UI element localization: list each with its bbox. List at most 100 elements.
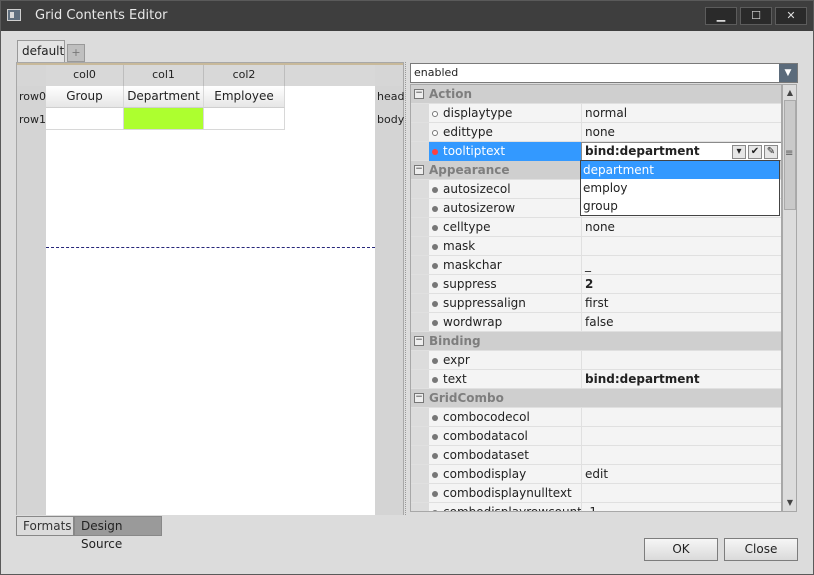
property-row-combodisplay[interactable]: combodisplay edit [411, 465, 781, 484]
close-button[interactable]: Close [724, 538, 798, 561]
property-name[interactable]: edittype [429, 123, 581, 142]
collapse-icon[interactable]: − [414, 89, 424, 99]
property-row-wordwrap[interactable]: wordwrap false [411, 313, 781, 332]
property-name[interactable]: suppressalign [429, 294, 581, 313]
property-name[interactable]: expr [429, 351, 581, 370]
property-value[interactable]: edit [581, 465, 781, 484]
property-row-mask[interactable]: mask [411, 237, 781, 256]
property-value[interactable]: none [581, 123, 781, 142]
property-value[interactable]: normal [581, 104, 781, 123]
bullet-icon [432, 225, 438, 231]
head-cell-group[interactable]: Group [46, 86, 124, 108]
property-value[interactable] [581, 427, 781, 446]
bullet-icon [432, 491, 438, 497]
property-name[interactable]: wordwrap [429, 313, 581, 332]
scroll-down-icon[interactable]: ▼ [784, 497, 796, 509]
property-row-displaytype[interactable]: displaytype normal [411, 104, 781, 123]
column-header-col1[interactable]: col1 [124, 65, 204, 86]
property-row-maskchar[interactable]: maskchar _ [411, 256, 781, 275]
property-value[interactable]: first [581, 294, 781, 313]
property-value[interactable]: -1 [581, 503, 781, 511]
property-row-combodatacol[interactable]: combodatacol [411, 427, 781, 446]
property-category-action[interactable]: − Action [411, 85, 781, 104]
row-label-row1[interactable]: row1 [17, 113, 46, 126]
property-value[interactable] [581, 351, 781, 370]
property-row-edittype[interactable]: edittype none [411, 123, 781, 142]
property-value[interactable] [581, 446, 781, 465]
property-row-combocodecol[interactable]: combocodecol [411, 408, 781, 427]
property-value[interactable] [581, 484, 781, 503]
apply-check-icon[interactable]: ✔ [748, 145, 762, 159]
property-row-suppress[interactable]: suppress 2 [411, 275, 781, 294]
tab-design-source[interactable]: Design Source [74, 516, 162, 551]
property-row-suppressalign[interactable]: suppressalign first [411, 294, 781, 313]
grid-design-area: col0 col1 col2 row0 row1 Group Departmen… [16, 62, 404, 515]
edit-icon[interactable]: ✎ [764, 145, 778, 159]
row-label-row0[interactable]: row0 [17, 90, 46, 103]
property-name[interactable]: tooltiptext [429, 142, 581, 161]
dropdown-option-group[interactable]: group [581, 197, 779, 215]
property-name[interactable]: celltype [429, 218, 581, 237]
add-tab-button[interactable]: + [67, 44, 85, 62]
minimize-button[interactable]: ▁ [705, 7, 737, 25]
window-title: Grid Contents Editor [35, 8, 168, 23]
ok-button[interactable]: OK [644, 538, 718, 561]
property-value[interactable] [581, 237, 781, 256]
dropdown-option-department[interactable]: department [581, 161, 779, 179]
bullet-icon [432, 244, 438, 250]
property-name[interactable]: text [429, 370, 581, 389]
property-name[interactable]: mask [429, 237, 581, 256]
property-row-combodisplayrowcount[interactable]: combodisplayrowcount -1 [411, 503, 781, 511]
property-row-celltype[interactable]: celltype none [411, 218, 781, 237]
head-cell-employee[interactable]: Employee [204, 86, 285, 108]
property-name[interactable]: autosizerow [429, 199, 581, 218]
property-row-combodisplaynulltext[interactable]: combodisplaynulltext [411, 484, 781, 503]
property-row-combodataset[interactable]: combodataset [411, 446, 781, 465]
property-value[interactable] [581, 408, 781, 427]
property-filter-combo[interactable]: enabled ▼ [410, 63, 798, 83]
column-header-col0[interactable]: col0 [46, 65, 124, 86]
scroll-up-icon[interactable]: ▲ [784, 87, 796, 99]
property-name[interactable]: combocodecol [429, 408, 581, 427]
head-cell-department[interactable]: Department [124, 86, 204, 108]
body-cell-2[interactable] [204, 108, 285, 130]
chevron-down-icon[interactable]: ▼ [779, 64, 797, 82]
collapse-icon[interactable]: − [414, 393, 424, 403]
resize-grip-icon[interactable]: ≡ [785, 148, 793, 159]
property-name[interactable]: combodisplay [429, 465, 581, 484]
collapse-icon[interactable]: − [414, 336, 424, 346]
property-value-editor[interactable]: bind:department ▾ ✔ ✎ [581, 142, 781, 161]
property-name[interactable]: displaytype [429, 104, 581, 123]
property-value[interactable]: 2 [581, 275, 781, 294]
property-name[interactable]: combodataset [429, 446, 581, 465]
title-bar[interactable]: Grid Contents Editor ▁ ☐ ✕ [1, 1, 813, 31]
property-category-gridcombo[interactable]: − GridCombo [411, 389, 781, 408]
property-row-expr[interactable]: expr [411, 351, 781, 370]
dropdown-arrow-icon[interactable]: ▾ [732, 145, 746, 159]
property-category-binding[interactable]: − Binding [411, 332, 781, 351]
tab-default[interactable]: default [17, 40, 65, 62]
property-row-text[interactable]: text bind:department [411, 370, 781, 389]
property-name[interactable]: combodatacol [429, 427, 581, 446]
property-name[interactable]: combodisplaynulltext [429, 484, 581, 503]
property-row-tooltiptext[interactable]: tooltiptext bind:department ▾ ✔ ✎ [411, 142, 781, 161]
property-name[interactable]: maskchar [429, 256, 581, 275]
panel-splitter[interactable] [405, 62, 408, 515]
property-name[interactable]: combodisplayrowcount [429, 503, 582, 511]
row-label-strip: row0 row1 [17, 86, 46, 515]
property-value[interactable]: false [581, 313, 781, 332]
property-name[interactable]: autosizecol [429, 180, 581, 199]
property-value[interactable]: bind:department [581, 370, 781, 389]
tab-formats[interactable]: Formats [16, 516, 74, 536]
property-value[interactable]: none [581, 218, 781, 237]
body-cell-0[interactable] [46, 108, 124, 130]
column-header-col2[interactable]: col2 [204, 65, 285, 86]
close-window-button[interactable]: ✕ [775, 7, 807, 25]
maximize-button[interactable]: ☐ [740, 7, 772, 25]
property-value[interactable]: _ [581, 256, 781, 275]
body-cell-1-selected[interactable] [124, 108, 204, 130]
dropdown-option-employ[interactable]: employ [581, 179, 779, 197]
band-label-body: body [377, 113, 405, 126]
collapse-icon[interactable]: − [414, 165, 424, 175]
property-name[interactable]: suppress [429, 275, 581, 294]
